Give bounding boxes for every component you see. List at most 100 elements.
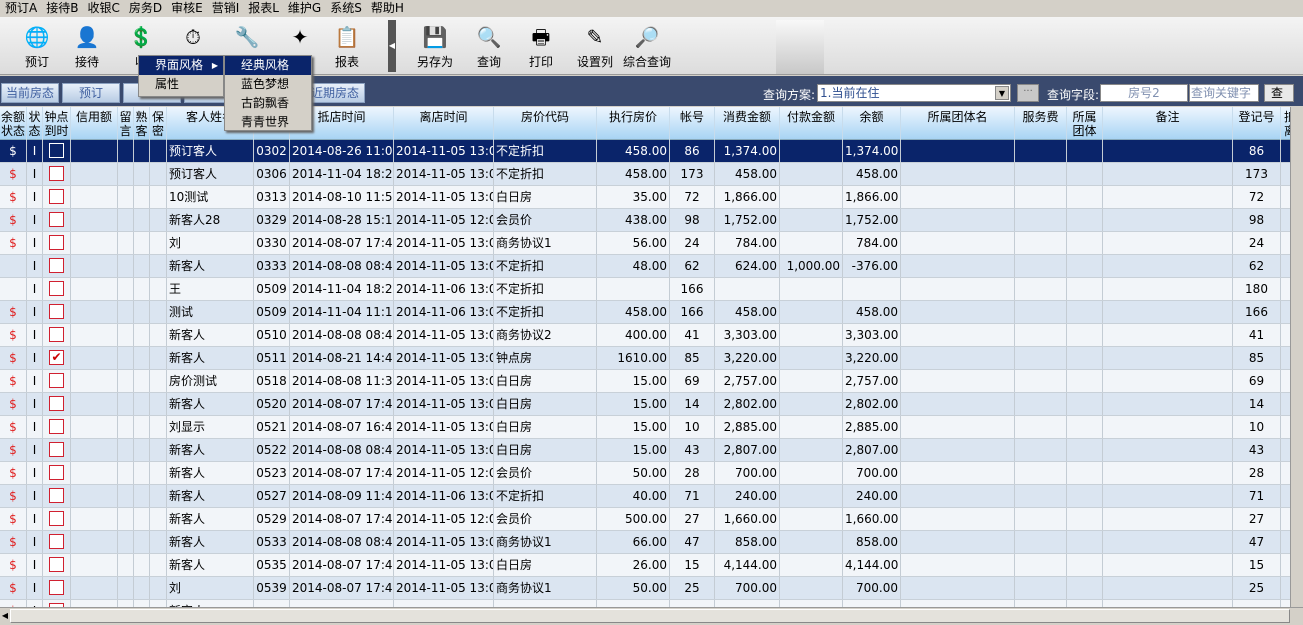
submenu-item-ancient[interactable]: 古韵飘香 [225,94,311,113]
cell-chk[interactable] [43,554,71,576]
menu-item-ui-style[interactable]: 界面风格 ▶ [139,56,223,75]
column-header[interactable]: 信用额 [71,107,118,140]
column-header[interactable]: 状 态 [27,107,43,140]
cell-chk[interactable] [43,439,71,461]
column-header[interactable]: 所属 团体 [1067,107,1103,140]
table-row[interactable]: $ I 新客人 0510 2014-08-08 08:42 2014-11-05 13:0… [0,324,1290,347]
cell-chk[interactable] [43,393,71,415]
column-header[interactable]: 留 言 [118,107,134,140]
submenu-item-blue-dream[interactable]: 蓝色梦想 [225,75,311,94]
cell-chk[interactable] [43,209,71,231]
table-row[interactable]: $ I 新客人 0523 2014-08-07 17:48 2014-11-05 12:0… [0,462,1290,485]
toolbar-button-0[interactable]: 🌐 预订 [12,22,62,72]
column-header[interactable]: 备注 [1103,107,1233,140]
cell-chk[interactable] [43,577,71,599]
cell-chk[interactable] [43,485,71,507]
toolbar-button-9[interactable]: 🖶 打印 [516,22,566,72]
checkbox[interactable] [49,327,64,342]
cell-chk[interactable] [43,370,71,392]
vertical-scrollbar[interactable] [1290,107,1303,607]
query-button[interactable]: 查 [1264,84,1294,102]
cell-chk[interactable] [43,508,71,530]
table-row[interactable]: $ I 预订客人 0302 2014-08-26 11:07 2014-11-05 13:… [0,140,1290,163]
column-header[interactable]: 登记号 [1233,107,1281,140]
column-header[interactable]: 余额 [843,107,901,140]
toolbar-button-1[interactable]: 👤 接待 [62,22,112,72]
menu-1[interactable]: 接待B [41,0,82,17]
menu-4[interactable]: 审核E [166,0,207,17]
checkbox[interactable] [49,580,64,595]
checkbox[interactable] [49,235,64,250]
menu-0[interactable]: 预订A [0,0,41,17]
column-header[interactable]: 服务费 [1015,107,1067,140]
table-row[interactable]: $ I 10测试 0313 2014-08-10 11:55 2014-11-05 13:… [0,186,1290,209]
cell-chk[interactable] [43,186,71,208]
cell-chk[interactable]: ✔ [43,347,71,369]
table-row[interactable]: $ I 刘显示 0521 2014-08-07 16:46 2014-11-05 13:0… [0,416,1290,439]
checkbox[interactable] [49,281,64,296]
cell-chk[interactable] [43,600,71,607]
cell-chk[interactable] [43,140,71,162]
checkbox[interactable] [49,143,64,158]
checkbox[interactable] [49,189,64,204]
checkbox[interactable] [49,442,64,457]
table-row[interactable]: $ I 预订客人 0306 2014-11-04 18:23 2014-11-05 13:… [0,163,1290,186]
table-row[interactable]: $ I 新客人 0527 2014-08-09 11:49 2014-11-06 13:0… [0,485,1290,508]
chevron-down-icon[interactable]: ▼ [995,86,1009,100]
checkbox[interactable] [49,534,64,549]
cell-chk[interactable] [43,232,71,254]
menu-9[interactable]: 帮助H [366,0,408,17]
cell-chk[interactable] [43,416,71,438]
cell-chk[interactable] [43,255,71,277]
menu-item-properties[interactable]: 属性 [139,75,223,94]
menu-6[interactable]: 报表L [243,0,283,17]
column-header[interactable]: 抵 离 [1281,107,1290,140]
more-options-button[interactable]: ··· [1017,84,1039,102]
cell-chk[interactable] [43,301,71,323]
checkbox[interactable] [49,511,64,526]
table-row[interactable]: $I 新客人 [0,600,1290,607]
toolbar-button-8[interactable]: 🔍 查询 [464,22,514,72]
scrollbar-thumb[interactable] [10,609,1290,623]
checkbox-checked[interactable]: ✔ [49,350,64,365]
table-row[interactable]: $ I 新客人 0520 2014-08-07 17:45 2014-11-05 13:0… [0,393,1290,416]
table-row[interactable]: $ I 新客人 0535 2014-08-07 17:45 2014-11-05 13:0… [0,554,1290,577]
tab-4[interactable]: 近期房态 [305,83,365,103]
submenu-item-green-world[interactable]: 青青世界 [225,113,311,132]
table-row[interactable]: $ I 新客人28 0329 2014-08-28 15:11 2014-11-05 12… [0,209,1290,232]
menu-8[interactable]: 系统S [325,0,366,17]
column-header[interactable]: 付款金额 [780,107,843,140]
checkbox[interactable] [49,488,64,503]
toolbar-collapse-button[interactable]: ◀ [388,20,396,72]
keyword-input[interactable]: 查询关键字 [1189,84,1259,102]
column-header[interactable]: 保 密 [150,107,167,140]
table-row[interactable]: $ I ✔ 新客人 0511 2014-08-21 14:40 2014-11-05 13:… [0,347,1290,370]
toolbar-button-7[interactable]: 💾 另存为 [410,22,460,72]
column-header[interactable]: 所属团体名 [901,107,1015,140]
checkbox[interactable] [49,419,64,434]
column-header[interactable]: 消费金额 [715,107,780,140]
table-row[interactable]: I 王 0509 2014-11-04 18:26 2014-11-06 13:00 不定… [0,278,1290,301]
query-field-input[interactable]: 房号2 [1100,84,1188,102]
checkbox[interactable] [49,373,64,388]
toolbar-button-6[interactable]: 📋 报表 [322,22,372,72]
toolbar-button-11[interactable]: 🔎 综合查询 [622,22,672,72]
column-header[interactable]: 熟 客 [134,107,150,140]
table-row[interactable]: $ I 新客人 0533 2014-08-08 08:43 2014-11-05 13:0… [0,531,1290,554]
checkbox[interactable] [49,258,64,273]
cell-chk[interactable] [43,462,71,484]
cell-chk[interactable] [43,278,71,300]
column-header[interactable]: 帐号 [670,107,715,140]
checkbox[interactable] [49,304,64,319]
cell-chk[interactable] [43,324,71,346]
menu-5[interactable]: 营销I [207,0,244,17]
column-header[interactable]: 余额 状态 [0,107,27,140]
table-row[interactable]: $ I 房价测试 0518 2014-08-08 11:33 2014-11-05 13:… [0,370,1290,393]
table-row[interactable]: $ I 刘 0330 2014-08-07 17:47 2014-11-05 13:00 商… [0,232,1290,255]
cell-chk[interactable] [43,163,71,185]
tab-1[interactable]: 预订 [62,83,120,103]
submenu-item-classic[interactable]: 经典风格 [225,56,311,75]
menu-2[interactable]: 收银C [82,0,123,17]
checkbox[interactable] [49,396,64,411]
column-header[interactable]: 房价代码 [494,107,597,140]
